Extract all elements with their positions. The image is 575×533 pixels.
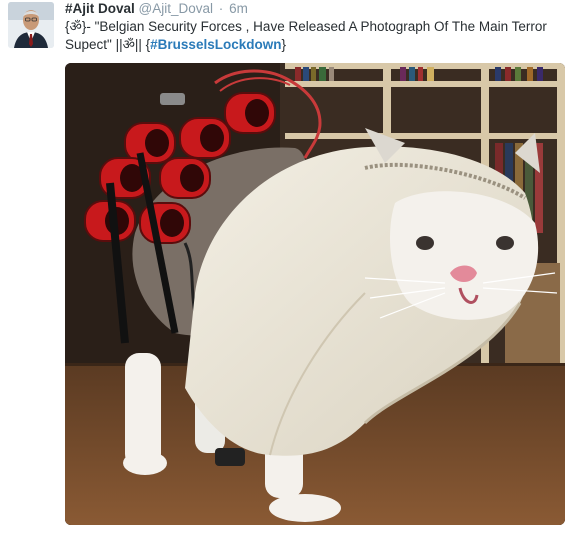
tweet: #Ajit Doval @Ajit_Doval · 6m {ॐ}- "Belgi… <box>0 0 575 533</box>
cat-in-costume-photo-icon <box>65 63 565 525</box>
profile-photo-icon <box>8 2 54 48</box>
display-name[interactable]: #Ajit Doval <box>65 1 135 16</box>
tweet-text-close: } <box>281 37 286 52</box>
tweet-header: #Ajit Doval @Ajit_Doval · 6m <box>65 0 248 18</box>
avatar[interactable] <box>8 2 54 48</box>
tweet-text-body: {ॐ}- "Belgian Security Forces , Have Rel… <box>65 19 547 52</box>
tweet-media[interactable] <box>65 63 565 525</box>
tweet-text: {ॐ}- "Belgian Security Forces , Have Rel… <box>65 18 570 54</box>
hashtag-link[interactable]: #BrusselsLockdown <box>150 37 281 52</box>
user-handle[interactable]: @Ajit_Doval <box>139 1 213 16</box>
timestamp[interactable]: 6m <box>229 1 248 16</box>
separator: · <box>218 1 224 16</box>
